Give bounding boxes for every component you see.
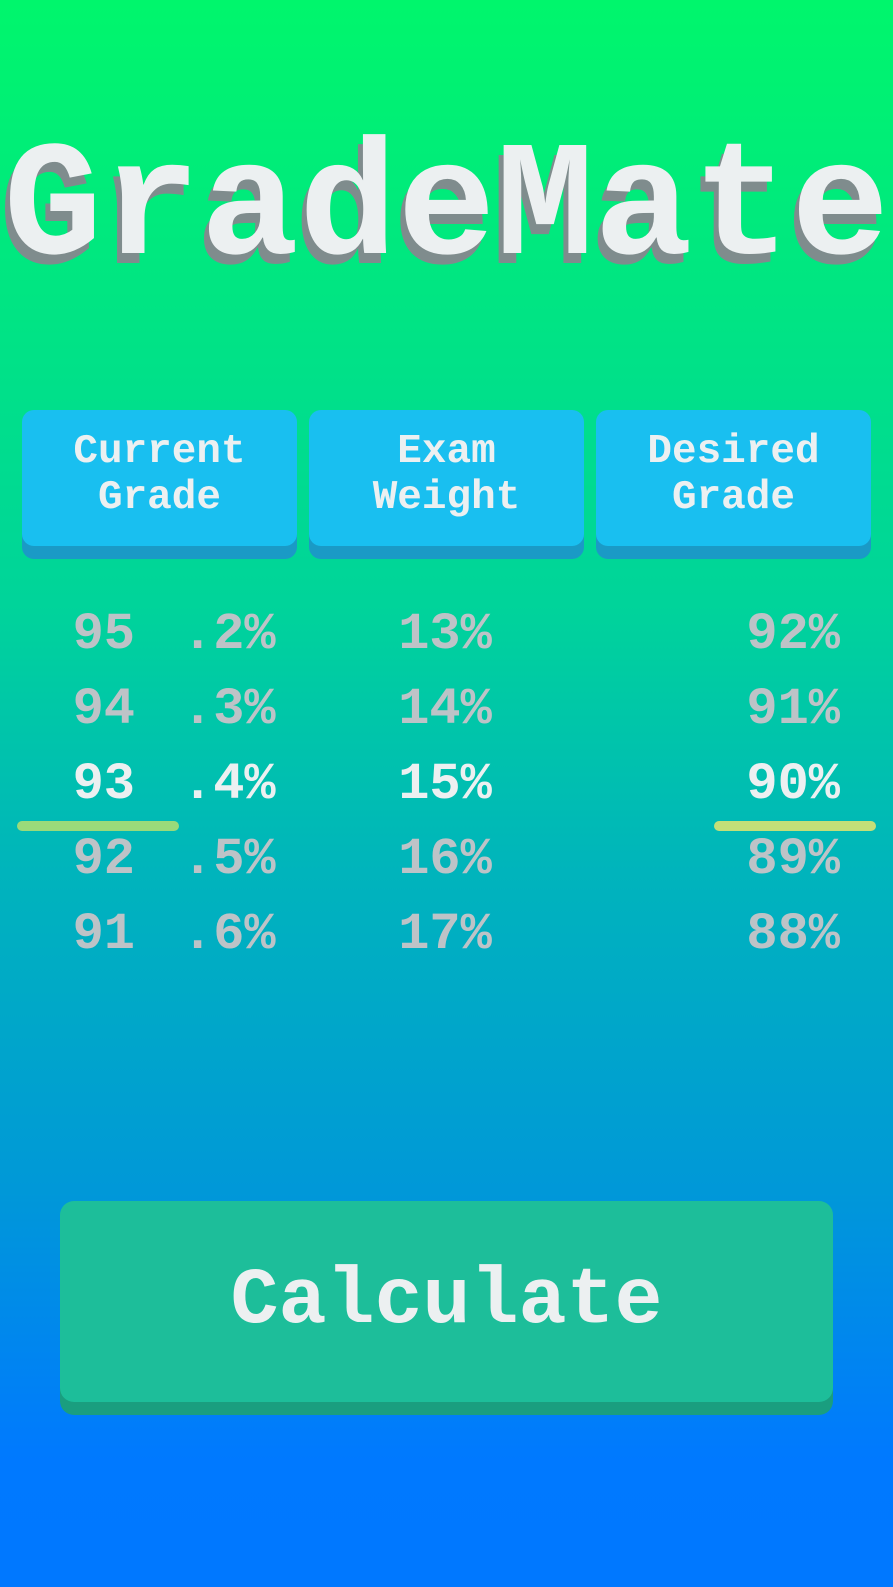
picker-option[interactable]: 95 <box>40 597 135 672</box>
picker-option[interactable]: .3% <box>182 672 292 747</box>
picker-option[interactable]: 91 <box>40 897 135 972</box>
picker-option[interactable]: 88% <box>680 897 840 972</box>
exam-weight-header-button[interactable]: Exam Weight <box>309 410 584 546</box>
picker-option-selected[interactable]: .4% <box>182 747 292 822</box>
current-grade-selection-line <box>17 821 179 831</box>
desired-grade-picker[interactable]: 92% 91% 90% 89% 88% <box>680 597 840 972</box>
picker-option[interactable]: 17% <box>340 897 550 972</box>
picker-option-selected[interactable]: 93 <box>40 747 135 822</box>
picker-option[interactable]: 94 <box>40 672 135 747</box>
current-grade-whole-picker[interactable]: 95 94 93 92 91 <box>40 597 135 972</box>
picker-option[interactable]: 92 <box>40 822 135 897</box>
picker-option[interactable]: .6% <box>182 897 292 972</box>
current-grade-header-button[interactable]: Current Grade <box>22 410 297 546</box>
picker-option[interactable]: 14% <box>340 672 550 747</box>
picker-option[interactable]: 89% <box>680 822 840 897</box>
picker-option[interactable]: 16% <box>340 822 550 897</box>
picker-option[interactable]: 13% <box>340 597 550 672</box>
exam-weight-picker[interactable]: 13% 14% 15% 16% 17% <box>340 597 550 972</box>
desired-grade-header-button[interactable]: Desired Grade <box>596 410 871 546</box>
calculate-button[interactable]: Calculate <box>60 1201 833 1402</box>
desired-grade-selection-line <box>714 821 876 831</box>
current-grade-decimal-picker[interactable]: .2% .3% .4% .5% .6% <box>182 597 292 972</box>
app-title: GradeMate <box>3 117 890 303</box>
picker-option-selected[interactable]: 90% <box>680 747 840 822</box>
picker-option[interactable]: .5% <box>182 822 292 897</box>
picker-option-selected[interactable]: 15% <box>340 747 550 822</box>
picker-option[interactable]: 91% <box>680 672 840 747</box>
picker-option[interactable]: 92% <box>680 597 840 672</box>
picker-option[interactable]: .2% <box>182 597 292 672</box>
